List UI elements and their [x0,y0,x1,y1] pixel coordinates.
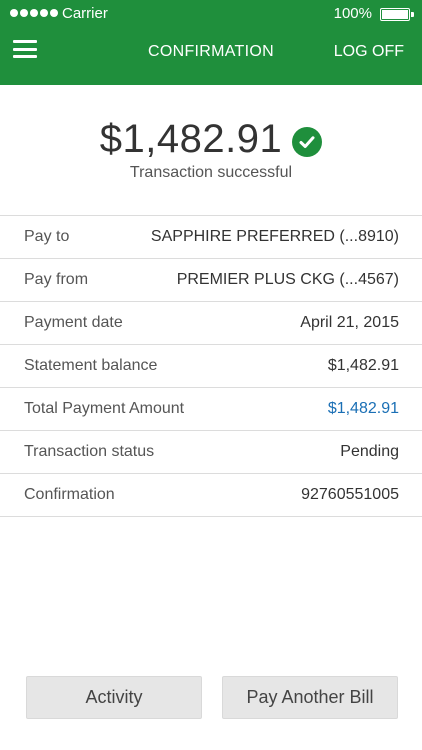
carrier-name: Carrier [62,5,108,22]
total-payment-amount: $1,482.91 [327,400,399,417]
detail-value: $1,482.91 [327,357,399,374]
transaction-status-text: Transaction successful [129,164,293,181]
payment-amount: $1,482.91 [99,117,283,161]
detail-value: SAPPHIRE PREFERRED (...8910) [150,228,399,245]
detail-label: Total Payment Amount [24,400,185,417]
detail-label: Pay to [24,228,70,245]
detail-label: Pay from [24,271,89,288]
check-circle-icon [292,126,323,157]
detail-row-statement-balance: Statement balance $1,482.91 [0,345,422,388]
detail-label: Transaction status [24,443,155,460]
confirmation-number: 92760551005 [301,486,399,503]
detail-row-confirmation: Confirmation 92760551005 [0,474,422,517]
detail-label: Confirmation [24,486,115,503]
app-header: Carrier 100% CONFIRMATION LOG OFF [0,0,422,85]
detail-value: April 21, 2015 [300,314,399,331]
log-off-button[interactable]: LOG OFF [334,43,404,61]
detail-label: Payment date [24,314,123,331]
detail-label: Statement balance [24,357,158,374]
detail-value: Pending [340,443,399,460]
detail-row-transaction-status: Transaction status Pending [0,431,422,474]
amount-summary: $1,482.91 [0,117,422,162]
battery-percent: 100% [333,5,372,22]
signal-dots-icon [10,9,58,17]
activity-button[interactable]: Activity [26,676,202,719]
transaction-details: Pay to SAPPHIRE PREFERRED (...8910) Pay … [0,215,422,517]
detail-row-pay-to: Pay to SAPPHIRE PREFERRED (...8910) [0,216,422,259]
detail-row-pay-from: Pay from PREMIER PLUS CKG (...4567) [0,259,422,302]
detail-value: PREMIER PLUS CKG (...4567) [176,271,399,288]
battery-icon [380,8,414,21]
detail-row-total-payment: Total Payment Amount $1,482.91 [0,388,422,431]
pay-another-bill-button[interactable]: Pay Another Bill [222,676,398,719]
status-bar: Carrier 100% [0,0,422,28]
detail-row-payment-date: Payment date April 21, 2015 [0,302,422,345]
nav-bar: CONFIRMATION LOG OFF [0,28,422,85]
